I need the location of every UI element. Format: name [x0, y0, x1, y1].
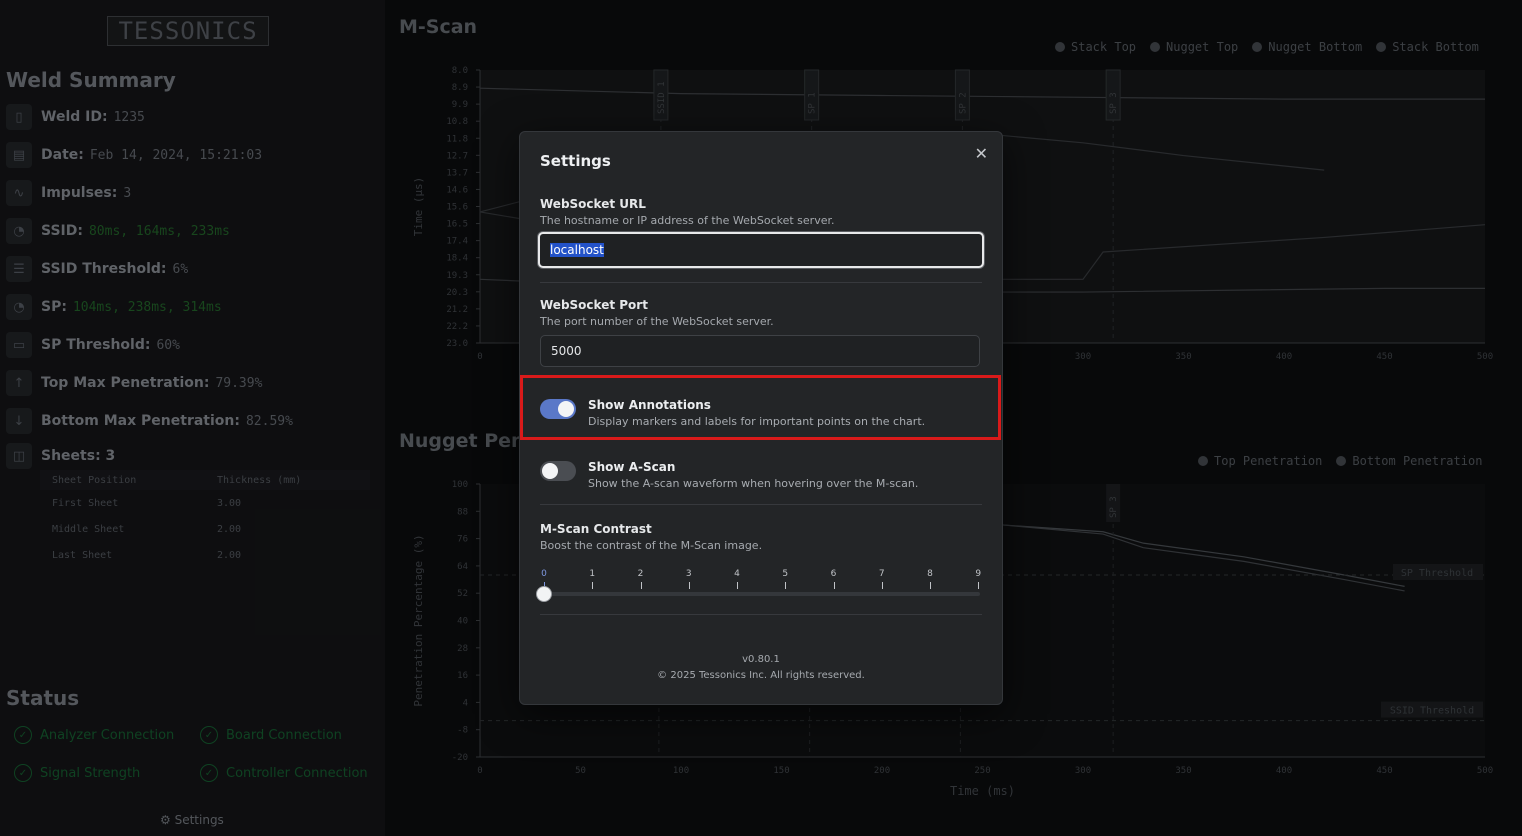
slider-tick-mark: [592, 582, 594, 589]
dialog-title: Settings: [540, 152, 611, 170]
websocket-url-value: localhost: [550, 243, 604, 257]
slider-tick-label: 5: [782, 569, 789, 579]
copyright-label: © 2025 Tessonics Inc. All rights reserve…: [657, 670, 865, 681]
slider-tick-mark: [978, 582, 980, 589]
divider: [540, 614, 982, 615]
contrast-label: M-Scan Contrast: [540, 522, 652, 536]
slider-tick-mark: [881, 582, 883, 589]
slider-tick-label: 0: [541, 569, 547, 579]
slider-tick-mark: [640, 582, 642, 589]
websocket-url-input[interactable]: localhost: [538, 232, 984, 268]
slider-tick-mark: [785, 582, 787, 589]
slider-tick-mark: [833, 582, 835, 589]
slider-tick-label: 2: [637, 569, 644, 579]
slider-tick-label: 4: [734, 569, 740, 579]
show-ascan-toggle[interactable]: [540, 461, 576, 481]
settings-dialog: Settings ✕ WebSocket URL The hostname or…: [519, 131, 1003, 705]
slider-tick-label: 3: [685, 569, 692, 579]
divider: [540, 282, 982, 283]
websocket-port-value: 5000: [551, 344, 582, 358]
websocket-port-input[interactable]: 5000: [540, 335, 980, 367]
close-icon[interactable]: ✕: [975, 144, 988, 163]
slider-tick-label: 7: [878, 569, 885, 579]
show-annotations-label: Show Annotations: [588, 398, 711, 412]
show-annotations-toggle[interactable]: [540, 399, 576, 419]
websocket-url-desc: The hostname or IP address of the WebSoc…: [540, 214, 835, 227]
slider-tick-label: 8: [927, 569, 933, 579]
slider-tick-label: 1: [589, 569, 596, 579]
toggle-knob: [558, 401, 574, 417]
slider-tick-mark: [737, 582, 738, 589]
divider: [540, 504, 982, 505]
slider-tick-label: 9: [975, 569, 982, 579]
websocket-port-desc: The port number of the WebSocket server.: [540, 315, 774, 328]
show-ascan-desc: Show the A-scan waveform when hovering o…: [588, 477, 919, 490]
contrast-slider-track[interactable]: [544, 592, 980, 596]
slider-tick-label: 6: [830, 569, 837, 579]
slider-tick-mark: [930, 582, 931, 589]
contrast-slider-thumb[interactable]: [536, 586, 552, 602]
websocket-url-label: WebSocket URL: [540, 197, 646, 211]
version-label: v0.80.1: [742, 654, 780, 665]
toggle-knob: [542, 463, 558, 479]
slider-tick-mark: [688, 582, 690, 589]
contrast-desc: Boost the contrast of the M-Scan image.: [540, 539, 763, 552]
show-ascan-label: Show A-Scan: [588, 460, 676, 474]
websocket-port-label: WebSocket Port: [540, 298, 648, 312]
show-annotations-desc: Display markers and labels for important…: [588, 415, 926, 428]
